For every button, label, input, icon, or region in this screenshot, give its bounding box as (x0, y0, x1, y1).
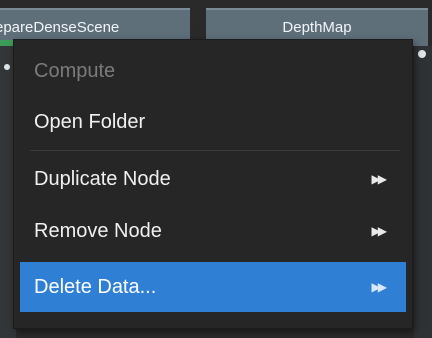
graph-editor-canvas: repareDenseScene DepthMap Compute Open F… (0, 0, 432, 338)
menu-item-delete-data[interactable]: Delete Data... ▶▶ (20, 262, 406, 312)
submenu-arrow-icon: ▶▶ (371, 172, 388, 186)
node-context-menu: Compute Open Folder Duplicate Node ▶▶ Re… (14, 40, 412, 328)
submenu-arrow-icon: ▶▶ (371, 224, 388, 238)
node-title: repareDenseScene (0, 19, 120, 36)
output-port-icon[interactable] (418, 50, 426, 58)
menu-item-open-folder[interactable]: Open Folder (20, 97, 406, 147)
menu-item-duplicate-node[interactable]: Duplicate Node ▶▶ (20, 154, 406, 204)
input-port-icon[interactable] (4, 64, 10, 70)
menu-item-label: Remove Node (34, 220, 162, 242)
submenu-arrow-icon: ▶▶ (371, 280, 388, 294)
menu-item-label: Duplicate Node (34, 168, 171, 190)
menu-item-label: Delete Data... (34, 276, 157, 298)
menu-separator (30, 150, 400, 151)
menu-item-label: Open Folder (34, 111, 146, 133)
menu-item-compute[interactable]: Compute (20, 46, 406, 96)
node-body-right (414, 46, 432, 338)
menu-item-label: Compute (34, 60, 116, 82)
menu-item-remove-node[interactable]: Remove Node ▶▶ (20, 206, 406, 256)
node-title: DepthMap (282, 19, 352, 36)
